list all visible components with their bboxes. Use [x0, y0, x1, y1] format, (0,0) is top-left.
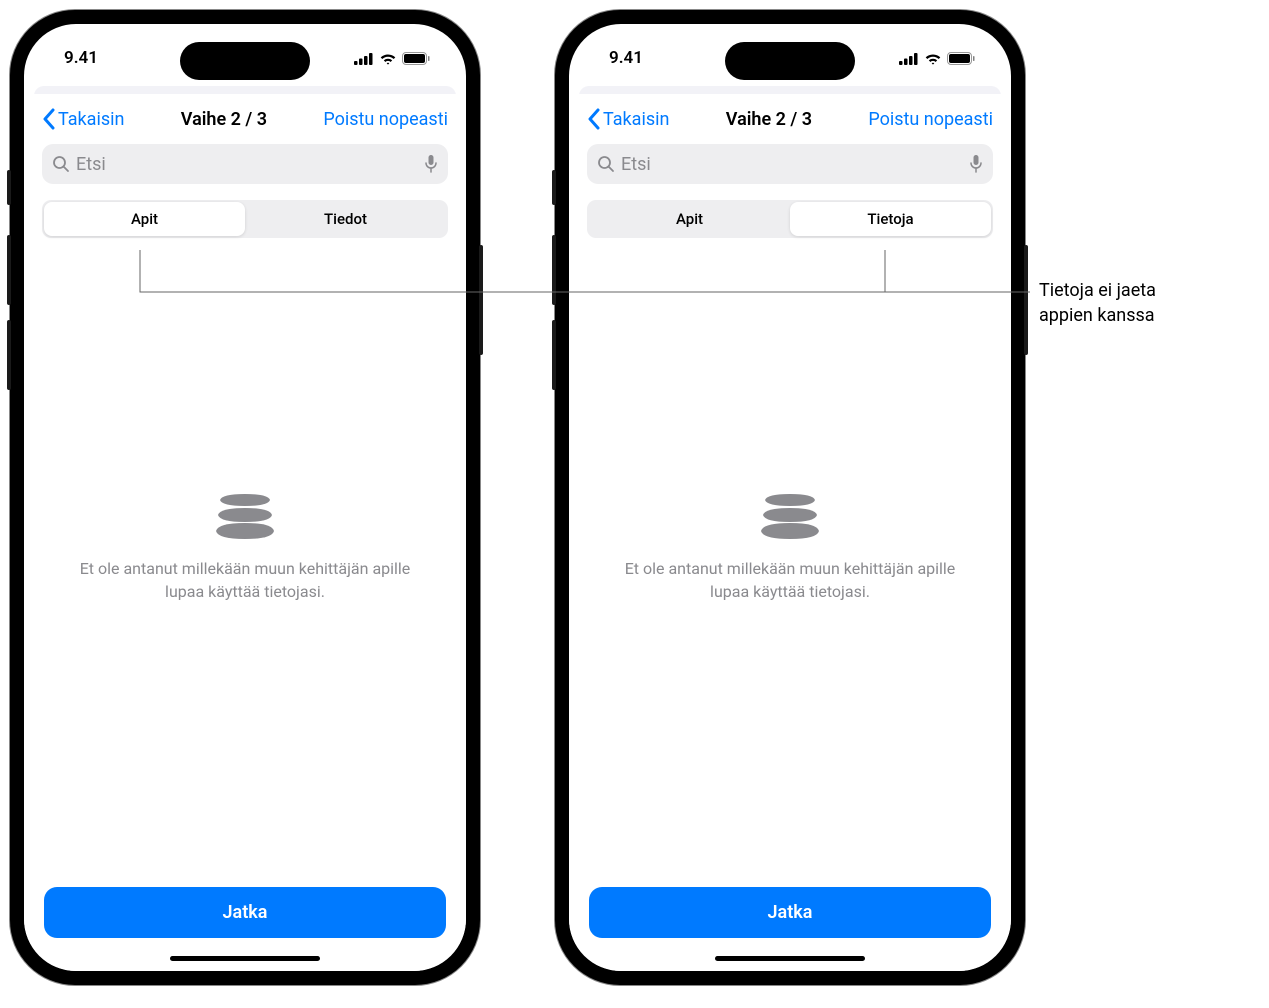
page-title: Vaihe 2 / 3 — [726, 109, 812, 130]
search-icon — [52, 155, 70, 173]
content-card: Takaisin Vaihe 2 / 3 Poistu nopeasti Ets… — [24, 94, 466, 971]
home-indicator[interactable] — [715, 956, 865, 961]
mic-icon[interactable] — [424, 154, 438, 174]
home-indicator[interactable] — [170, 956, 320, 961]
cellular-icon — [899, 52, 919, 65]
phone-side-button — [552, 170, 556, 205]
chevron-left-icon — [587, 108, 600, 130]
status-time: 9.41 — [609, 48, 643, 68]
mic-icon[interactable] — [969, 154, 983, 174]
chevron-left-icon — [42, 108, 55, 130]
wifi-icon — [924, 52, 942, 65]
back-button[interactable]: Takaisin — [42, 108, 124, 130]
empty-state: Et ole antanut millekään muun kehittäjän… — [587, 202, 993, 887]
page-title: Vaihe 2 / 3 — [181, 109, 267, 130]
nav-bar: Takaisin Vaihe 2 / 3 Poistu nopeasti — [587, 108, 993, 130]
phone-frame-right: 9.41 Takaisin Vaihe 2 / 3 Poistu nopeast… — [555, 10, 1025, 985]
phone-side-button — [1024, 245, 1028, 355]
quick-exit-button[interactable]: Poistu nopeasti — [323, 109, 448, 130]
phone-side-button — [552, 235, 556, 305]
back-label: Takaisin — [58, 109, 124, 130]
wifi-icon — [379, 52, 397, 65]
phone-side-button — [7, 320, 11, 390]
phone-side-button — [7, 170, 11, 205]
phone-side-button — [552, 320, 556, 390]
callout-text: Tietoja ei jaeta appien kanssa — [1039, 278, 1156, 328]
phone-side-button — [479, 245, 483, 355]
empty-state: Et ole antanut millekään muun kehittäjän… — [42, 202, 448, 887]
search-input[interactable]: Etsi — [587, 144, 993, 184]
callout-line1: Tietoja ei jaeta — [1039, 278, 1156, 303]
battery-icon — [947, 52, 975, 65]
phone-frame-left: 9.41 Takaisin Vaihe 2 / 3 Poistu nopeast… — [10, 10, 480, 985]
search-placeholder: Etsi — [76, 154, 418, 175]
back-label: Takaisin — [603, 109, 669, 130]
phone-side-button — [7, 235, 11, 305]
empty-state-text: Et ole antanut millekään muun kehittäjän… — [607, 558, 973, 603]
stack-icon — [759, 486, 821, 544]
empty-state-text: Et ole antanut millekään muun kehittäjän… — [62, 558, 428, 603]
quick-exit-button[interactable]: Poistu nopeasti — [868, 109, 993, 130]
search-icon — [597, 155, 615, 173]
battery-icon — [402, 52, 430, 65]
search-placeholder: Etsi — [621, 154, 963, 175]
dynamic-island — [180, 42, 310, 80]
continue-button[interactable]: Jatka — [44, 887, 446, 938]
cellular-icon — [354, 52, 374, 65]
search-input[interactable]: Etsi — [42, 144, 448, 184]
back-button[interactable]: Takaisin — [587, 108, 669, 130]
callout-line2: appien kanssa — [1039, 303, 1156, 328]
stack-icon — [214, 486, 276, 544]
content-card: Takaisin Vaihe 2 / 3 Poistu nopeasti Ets… — [569, 94, 1011, 971]
dynamic-island — [725, 42, 855, 80]
status-time: 9.41 — [64, 48, 98, 68]
nav-bar: Takaisin Vaihe 2 / 3 Poistu nopeasti — [42, 108, 448, 130]
continue-button[interactable]: Jatka — [589, 887, 991, 938]
